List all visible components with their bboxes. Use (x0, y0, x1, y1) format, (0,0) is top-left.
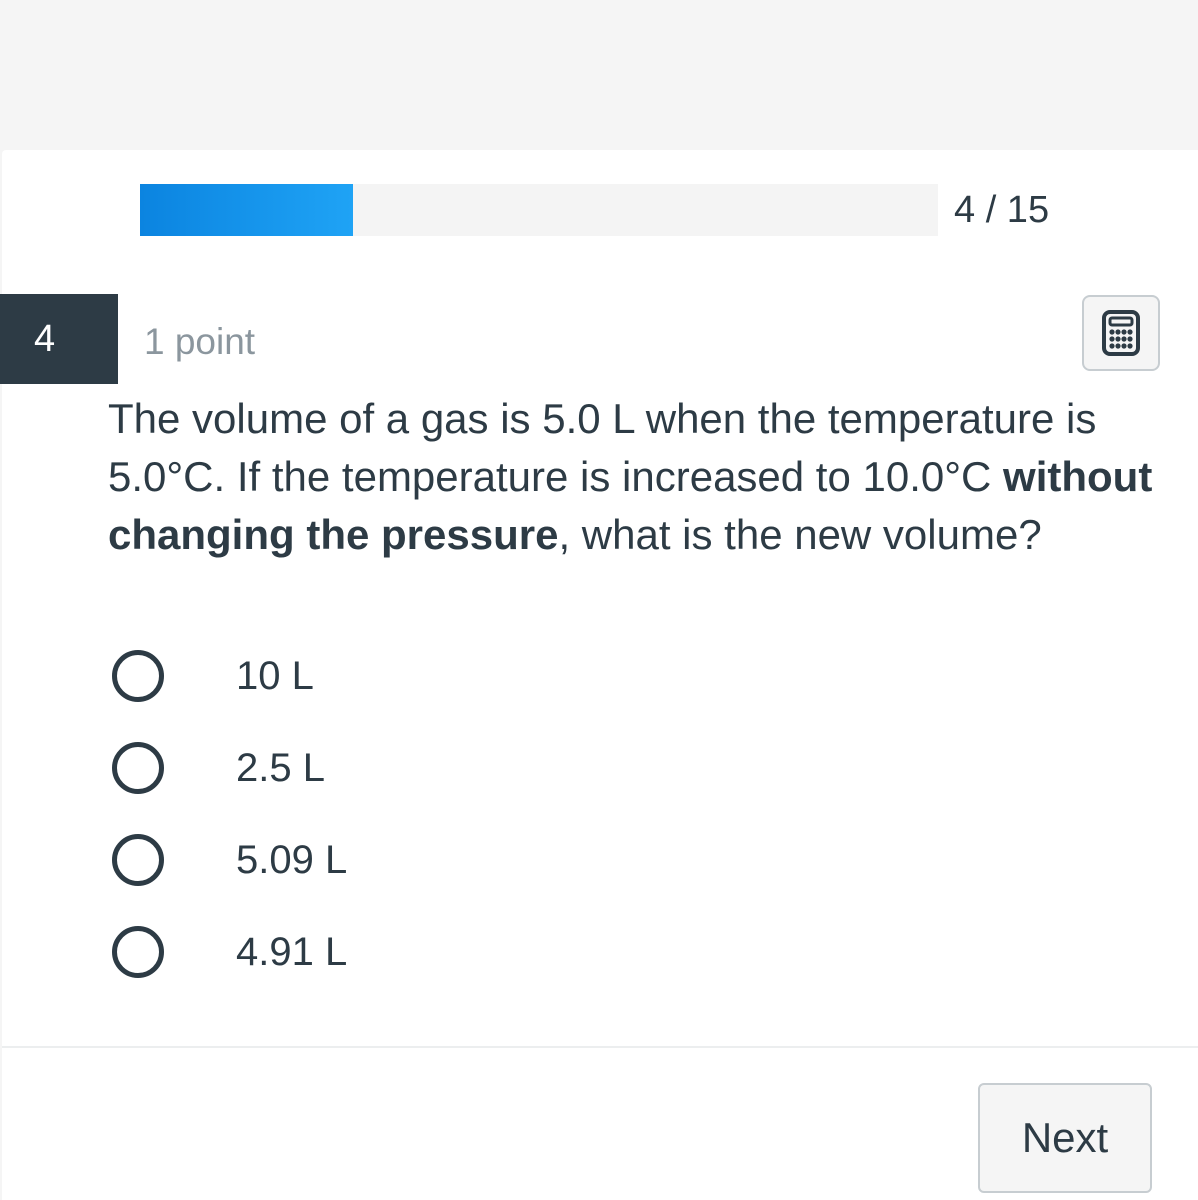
next-button[interactable]: Next (978, 1083, 1152, 1193)
progress-label: 4 / 15 (954, 189, 1050, 231)
radio-button[interactable] (112, 742, 164, 794)
quiz-card: 4 / 15 4 1 point The volume of a gas is … (0, 150, 1198, 1200)
answer-label[interactable]: 10 L (236, 652, 314, 700)
answer-option[interactable]: 10 L (108, 630, 1008, 722)
question-number: 4 (0, 294, 118, 384)
progress-bar-fill (140, 184, 354, 236)
footer-divider (2, 1046, 1198, 1048)
answer-option[interactable]: 4.91 L (108, 906, 1008, 998)
radio-button[interactable] (112, 834, 164, 886)
question-points: 1 point (144, 321, 256, 362)
question-text-part1: The volume of a gas is 5.0 L when the te… (108, 395, 1097, 500)
question-text-part2: , what is the new volume? (558, 511, 1042, 558)
answer-list: 10 L 2.5 L 5.09 L 4.91 L (108, 630, 1008, 998)
radio-button[interactable] (112, 650, 164, 702)
calculator-icon (1102, 310, 1140, 356)
answer-label[interactable]: 5.09 L (236, 836, 347, 884)
answer-label[interactable]: 2.5 L (236, 744, 325, 792)
page-header-area (0, 0, 1198, 150)
calculator-button[interactable] (1082, 295, 1160, 371)
answer-option[interactable]: 5.09 L (108, 814, 1008, 906)
answer-option[interactable]: 2.5 L (108, 722, 1008, 814)
answer-label[interactable]: 4.91 L (236, 928, 347, 976)
question-text: The volume of a gas is 5.0 L when the te… (108, 390, 1178, 564)
progress-bar (140, 184, 938, 236)
radio-button[interactable] (112, 926, 164, 978)
